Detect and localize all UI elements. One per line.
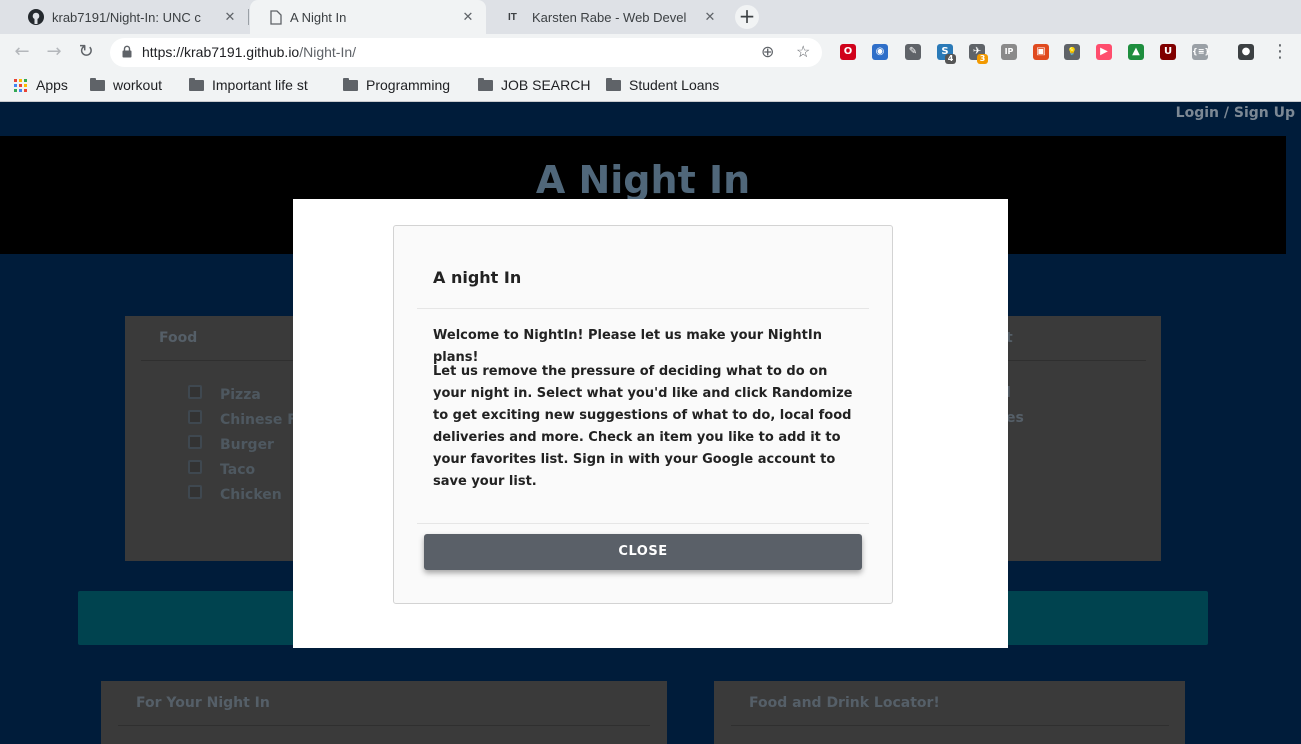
checkbox[interactable] — [188, 410, 202, 424]
folder-icon — [478, 77, 493, 91]
close-icon[interactable]: ✕ — [460, 9, 476, 25]
close-button[interactable]: CLOSE — [424, 534, 862, 570]
chrome-menu-icon[interactable]: ⋮ — [1268, 41, 1292, 65]
play-icon[interactable]: ▶ — [1096, 44, 1112, 60]
bookmark-workout[interactable]: workout — [90, 77, 162, 93]
ip-icon[interactable]: IP — [1001, 44, 1017, 60]
forward-arrow-icon[interactable]: → — [42, 41, 66, 65]
page-icon — [270, 9, 282, 25]
food-option-pizza[interactable]: Pizza — [188, 385, 261, 405]
tab-title: A Night In — [290, 9, 347, 25]
lastpass-like-icon[interactable]: ▣ — [1033, 44, 1049, 60]
checkbox[interactable] — [188, 485, 202, 499]
tab-a-night-in[interactable]: A Night In ✕ — [250, 0, 486, 34]
globe-icon[interactable]: ◉ — [872, 44, 888, 60]
food-option-burger[interactable]: Burger — [188, 435, 274, 455]
folder-icon — [343, 77, 358, 91]
modal-dialog: A night In Welcome to NightIn! Please le… — [393, 225, 893, 604]
modal-body-text: Let us remove the pressure of deciding w… — [433, 364, 853, 489]
checkbox[interactable] — [188, 460, 202, 474]
bookmark-label: Apps — [36, 77, 68, 93]
for-your-night-title: For Your Night In — [136, 695, 270, 711]
new-tab-button[interactable]: + — [735, 5, 759, 29]
url-text: https://krab7191.github.io/Night-In/ — [142, 44, 356, 60]
url-path: /Night-In/ — [299, 44, 357, 60]
chevron-up-icon[interactable]: ▲ — [1128, 44, 1144, 60]
github-icon — [28, 9, 44, 25]
modal-title: A night In — [433, 268, 522, 287]
checkbox[interactable] — [188, 435, 202, 449]
bookmark-label: Important life st — [212, 77, 308, 93]
food-option-chicken[interactable]: Chicken — [188, 485, 282, 505]
tab-github[interactable]: krab7191/Night-In: UNC c ✕ — [8, 0, 248, 34]
bookmark-star-icon[interactable]: ☆ — [796, 42, 810, 62]
location-target-icon[interactable]: ⊕ — [761, 42, 774, 62]
folder-icon — [189, 77, 204, 91]
json-icon[interactable]: {≡} — [1192, 44, 1210, 60]
option-label: Taco — [220, 462, 256, 478]
bookmark-student-loans[interactable]: Student Loans — [606, 77, 719, 93]
bookmark-apps[interactable]: Apps — [14, 77, 68, 93]
food-locator-title: Food and Drink Locator! — [749, 695, 940, 711]
bookmark-job-search[interactable]: JOB SEARCH — [478, 77, 590, 93]
food-option-taco[interactable]: Taco — [188, 460, 255, 480]
eyedropper-icon[interactable]: ✎ — [905, 44, 921, 60]
bookmark-label: Programming — [366, 77, 451, 93]
tab-title: Karsten Rabe - Web Devel — [532, 9, 687, 25]
modal-divider — [417, 308, 869, 309]
checkbox[interactable] — [188, 385, 202, 399]
address-bar[interactable]: https://krab7191.github.io/Night-In/ ⊕ ☆ — [110, 38, 822, 67]
food-card-title: Food — [159, 330, 198, 346]
extension-badge: 3 — [977, 54, 988, 64]
close-icon[interactable]: ✕ — [702, 9, 718, 25]
food-locator-card: Food and Drink Locator! — [714, 681, 1185, 744]
back-arrow-icon[interactable]: ← — [10, 41, 34, 65]
bookmark-label: Student Loans — [629, 77, 720, 93]
opera-icon[interactable]: O — [840, 44, 856, 60]
page-title: A Night In — [535, 158, 751, 202]
profile-icon[interactable]: ● — [1238, 44, 1254, 60]
modal-divider — [417, 523, 869, 524]
close-icon[interactable]: ✕ — [222, 9, 238, 25]
food-option-chinese[interactable]: Chinese Fo — [188, 410, 306, 430]
activity-option-label: es — [1006, 410, 1024, 426]
extension-badge: 4 — [945, 54, 956, 64]
bookmark-label: JOB SEARCH — [501, 77, 591, 93]
folder-icon — [606, 77, 621, 91]
it-icon: IT — [508, 11, 517, 23]
bookmark-important-life[interactable]: Important life st — [189, 77, 327, 93]
option-label: Chicken — [220, 487, 282, 503]
url-host: https://krab7191.github.io — [142, 44, 300, 60]
card-divider — [731, 725, 1169, 726]
browser-toolbar: ← → ↻ https://krab7191.github.io/Night-I… — [0, 34, 1301, 71]
for-your-night-card: For Your Night In — [101, 681, 667, 744]
card-divider — [118, 725, 650, 726]
tab-title: krab7191/Night-In: UNC c — [52, 9, 201, 25]
lightbulb-icon[interactable]: 💡 — [1064, 44, 1080, 60]
bookmark-label: workout — [113, 77, 163, 93]
ublock-icon[interactable]: U — [1160, 44, 1176, 60]
lock-icon — [122, 45, 132, 58]
folder-icon — [90, 77, 105, 91]
welcome-modal: A night In Welcome to NightIn! Please le… — [293, 199, 1008, 648]
bookmark-programming[interactable]: Programming — [343, 77, 450, 93]
reload-icon[interactable]: ↻ — [74, 41, 98, 65]
option-label: Pizza — [220, 387, 261, 403]
option-label: Burger — [220, 437, 274, 453]
tab-karsten-rabe[interactable]: IT Karsten Rabe - Web Devel ✕ — [488, 0, 728, 34]
login-signup-link[interactable]: Login / Sign Up — [1176, 105, 1295, 121]
bookmarks-bar: Apps workout Important life st Programmi… — [0, 71, 1301, 102]
tab-divider — [248, 9, 249, 25]
browser-tab-bar: krab7191/Night-In: UNC c ✕ A Night In ✕ … — [0, 0, 1301, 34]
apps-grid-icon — [14, 78, 27, 92]
